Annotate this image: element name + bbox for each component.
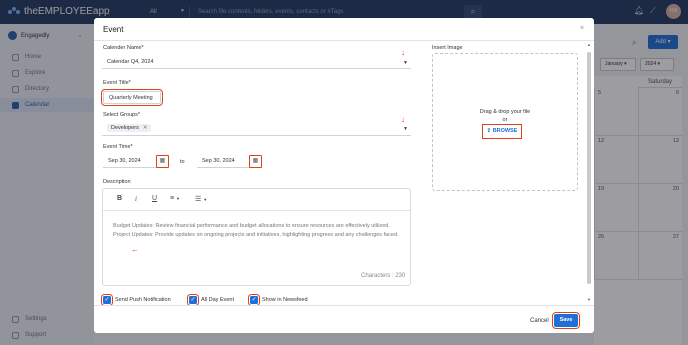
scroll-up-icon[interactable]: ▲: [586, 42, 592, 47]
arrow-down-icon: ↓: [401, 115, 405, 124]
drop-text: Drag & drop your file: [479, 109, 531, 115]
insert-image-label: Insert Image: [432, 45, 463, 51]
editor-toolbar: B i U ≡ ▼ ☰ ▼: [103, 189, 410, 211]
chevron-down-icon: ▼: [203, 197, 208, 202]
chevron-down-icon: ▼: [403, 126, 408, 132]
or-text: or: [502, 117, 508, 123]
scroll-down-icon[interactable]: ▼: [586, 297, 592, 302]
divider: [94, 40, 594, 41]
calendar-name-select[interactable]: Calendar Q4, 2024: [102, 56, 411, 69]
modal-scrollbar[interactable]: ▲ ▼: [586, 42, 592, 304]
divider: [94, 305, 594, 306]
italic-button[interactable]: i: [135, 195, 137, 203]
event-modal: Event × Calender Name* Calendar Q4, 2024…: [94, 18, 594, 333]
calendar-icon[interactable]: ▦: [156, 155, 169, 168]
close-icon[interactable]: ×: [580, 25, 584, 32]
scrollbar-thumb[interactable]: [587, 52, 591, 284]
arrow-left-icon: ←: [131, 245, 139, 254]
chevron-down-icon: ▼: [403, 60, 408, 66]
event-time-label: Event Time*: [103, 144, 133, 150]
group-chip: Developers ✕: [107, 124, 152, 132]
close-icon[interactable]: ✕: [143, 125, 148, 131]
calendar-name-label: Calender Name*: [103, 45, 144, 51]
newsfeed-checkbox[interactable]: ✓ Show in Newsfeed: [247, 293, 308, 307]
modal-title: Event: [103, 25, 124, 34]
save-button[interactable]: Save: [551, 311, 581, 330]
calendar-icon[interactable]: ▦: [249, 155, 262, 168]
select-groups-field[interactable]: Developers ✕: [102, 122, 411, 136]
check-icon: ✓: [247, 293, 261, 307]
all-day-checkbox[interactable]: ✓ All Day Event: [186, 293, 234, 307]
description-label: Description: [103, 179, 131, 185]
description-editor[interactable]: B i U ≡ ▼ ☰ ▼ Budget Updates: Review fin…: [102, 188, 411, 286]
to-label: to: [180, 159, 185, 165]
browse-button[interactable]: ⇪ BROWSE: [482, 124, 522, 139]
cancel-button[interactable]: Cancel: [530, 318, 549, 324]
push-notification-checkbox[interactable]: ✓ Send Push Notification: [100, 293, 171, 307]
upload-icon: ⇪: [486, 128, 492, 134]
character-count: Characters : 230: [361, 273, 406, 279]
ordered-list-button[interactable]: ≡ ▼: [170, 195, 180, 202]
arrow-down-icon: ↓: [401, 48, 405, 57]
chevron-down-icon: ▼: [176, 196, 180, 201]
check-icon: ✓: [100, 293, 114, 307]
event-title-input[interactable]: Quarterly Meeting: [101, 89, 163, 106]
event-title-label: Event Title*: [103, 80, 131, 86]
description-text[interactable]: Budget Updates: Review financial perform…: [113, 222, 401, 239]
underline-button[interactable]: U: [152, 195, 157, 202]
image-drop-zone[interactable]: Drag & drop your file or ⇪ BROWSE: [432, 53, 578, 191]
check-icon: ✓: [186, 293, 200, 307]
bold-button[interactable]: B: [117, 195, 122, 202]
select-groups-label: Select Groups*: [103, 112, 140, 118]
bullet-list-button[interactable]: ☰ ▼: [195, 195, 207, 203]
